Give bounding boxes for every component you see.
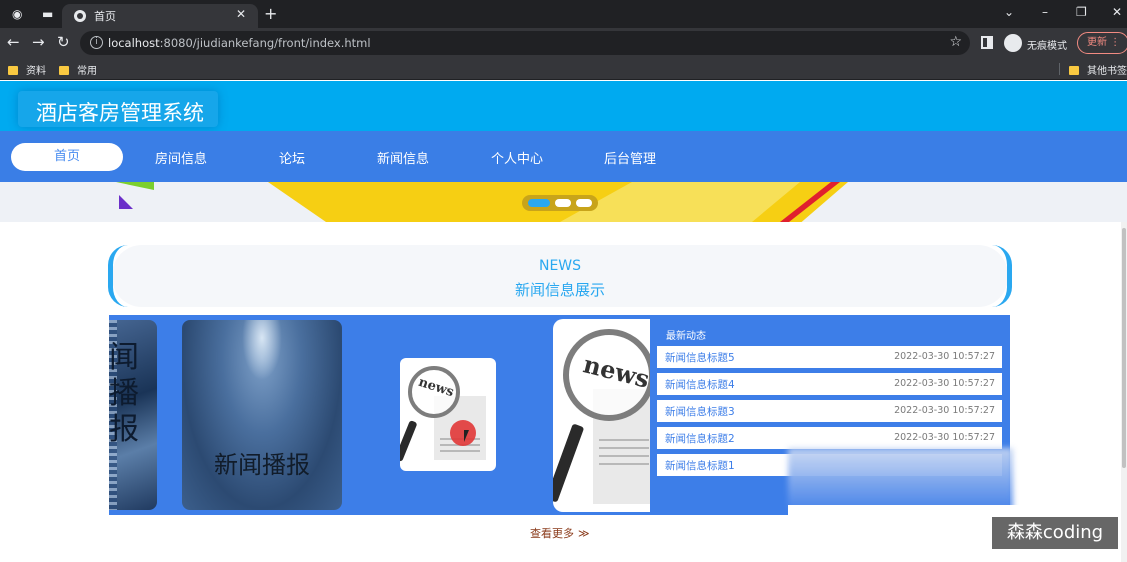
news-card-image[interactable]: news — [400, 358, 496, 471]
side-panel-icon[interactable] — [981, 36, 993, 49]
news-section-heading: NEWS 新闻信息展示 — [108, 245, 1012, 307]
main-nav: 首页 房间信息 论坛 新闻信息 个人中心 后台管理 — [0, 131, 1127, 182]
news-card-text: 闻播报 — [109, 340, 139, 447]
site-header: 酒店客房管理系统 — [0, 81, 1127, 131]
news-item-date: 2022-03-30 10:57:27 — [894, 378, 995, 389]
newspaper-graphic — [599, 455, 649, 457]
back-icon[interactable]: ← — [7, 34, 20, 50]
watermark: 森森coding — [992, 517, 1118, 549]
forward-icon[interactable]: → — [32, 34, 45, 50]
bookmark-star-icon[interactable]: ☆ — [949, 34, 962, 50]
site-title: 酒店客房管理系统 — [36, 101, 204, 125]
nav-item-home[interactable]: 首页 — [11, 143, 123, 171]
news-card-image[interactable]: 新闻播报 — [182, 320, 342, 510]
nav-item-news[interactable]: 新闻信息 — [377, 148, 429, 167]
url-text[interactable]: localhost:8080/jiudiankefang/front/index… — [108, 36, 371, 50]
chevron-down-icon[interactable]: ⌄ — [1004, 5, 1014, 19]
reload-icon[interactable]: ↻ — [57, 34, 70, 50]
newspaper-graphic — [599, 439, 649, 441]
newspaper-graphic — [599, 463, 649, 465]
nav-item-forum[interactable]: 论坛 — [279, 148, 305, 167]
banner-shape — [119, 195, 133, 209]
browser-tab-strip: ◉ ▬ 首页 ✕ + ⌄ – ❐ ✕ — [0, 0, 1127, 28]
magnifier-handle — [553, 423, 585, 503]
nav-item-rooms[interactable]: 房间信息 — [155, 148, 207, 167]
banner-shape — [116, 182, 154, 190]
bookmarks-bar: 资料 常用 其他书签 — [0, 58, 1127, 80]
close-window-icon[interactable]: ✕ — [1112, 5, 1122, 19]
update-button[interactable]: 更新 ⋮ — [1077, 32, 1127, 54]
address-bar[interactable]: i localhost:8080/jiudiankefang/front/ind… — [80, 31, 970, 55]
latest-news-item[interactable]: 新闻信息标题4 2022-03-30 10:57:27 — [657, 373, 1002, 395]
restore-icon[interactable]: ❐ — [1076, 5, 1087, 19]
tab-title: 首页 — [94, 10, 116, 23]
double-chevron-right-icon: ≫ — [578, 527, 590, 540]
browser-toolbar: ← → ↻ i localhost:8080/jiudiankefang/fro… — [0, 28, 1127, 58]
news-item-title[interactable]: 新闻信息标题4 — [665, 377, 735, 392]
browser-tab[interactable]: 首页 ✕ — [62, 4, 258, 28]
news-item-date: 2022-03-30 10:57:27 — [894, 351, 995, 362]
info-icon[interactable]: i — [90, 36, 103, 49]
new-tab-icon[interactable]: + — [264, 4, 277, 23]
bookmark-folder-changyong[interactable]: 常用 — [59, 62, 97, 77]
news-card-image[interactable]: 闻播报 — [109, 320, 157, 510]
news-card-text: 新闻播报 — [214, 451, 310, 479]
carousel-dot[interactable] — [576, 199, 592, 207]
latest-news-title: 最新动态 — [666, 331, 706, 342]
site-title-box: 酒店客房管理系统 — [18, 91, 218, 127]
window-icon[interactable]: ▬ — [42, 8, 53, 20]
news-item-title[interactable]: 新闻信息标题3 — [665, 404, 735, 419]
incognito-icon — [1004, 34, 1022, 52]
nav-item-admin[interactable]: 后台管理 — [604, 148, 656, 167]
minimize-icon[interactable]: – — [1042, 5, 1048, 19]
magnifier-handle — [400, 420, 418, 462]
latest-news-item[interactable]: 新闻信息标题3 2022-03-30 10:57:27 — [657, 400, 1002, 422]
mouse-cursor-icon — [464, 430, 469, 442]
latest-news-item[interactable]: 新闻信息标题2 2022-03-30 10:57:27 — [657, 427, 1002, 449]
favicon-icon — [74, 10, 86, 22]
news-item-date: 2022-03-30 10:57:27 — [894, 432, 995, 443]
news-item-title[interactable]: 新闻信息标题5 — [665, 350, 735, 365]
other-bookmarks[interactable]: 其他书签 — [1069, 62, 1127, 77]
folder-icon — [1069, 66, 1079, 75]
banner-carousel[interactable] — [0, 182, 1127, 222]
page-scrollbar[interactable] — [1121, 222, 1127, 562]
folder-icon — [8, 66, 18, 75]
latest-news-item[interactable]: 新闻信息标题5 2022-03-30 10:57:27 — [657, 346, 1002, 368]
nav-item-profile[interactable]: 个人中心 — [491, 148, 543, 167]
carousel-indicators — [522, 195, 598, 211]
newspaper-graphic — [599, 447, 649, 449]
newspaper-graphic — [440, 450, 480, 452]
globe-icon[interactable]: ◉ — [12, 8, 22, 20]
news-item-title[interactable]: 新闻信息标题2 — [665, 431, 735, 446]
news-heading-cn: 新闻信息展示 — [514, 281, 605, 299]
scrollbar-thumb[interactable] — [1122, 228, 1126, 468]
divider — [1059, 63, 1060, 75]
cursor-highlight — [450, 420, 476, 446]
bookmark-folder-ziliao[interactable]: 资料 — [8, 62, 46, 77]
news-item-date: 2022-03-30 10:57:27 — [894, 405, 995, 416]
incognito-label: 无痕模式 — [1027, 41, 1067, 52]
news-card-image[interactable]: news — [553, 319, 650, 512]
view-more-link[interactable]: 查看更多 ≫ — [530, 525, 590, 541]
image-detail — [242, 320, 282, 380]
close-tab-icon[interactable]: ✕ — [236, 7, 246, 21]
news-heading-en: NEWS — [538, 258, 582, 274]
carousel-dot[interactable] — [555, 199, 571, 207]
view-more-label: 查看更多 — [530, 527, 574, 540]
carousel-dot-active[interactable] — [528, 199, 550, 207]
folder-icon — [59, 66, 69, 75]
news-item-title[interactable]: 新闻信息标题1 — [665, 458, 735, 473]
blurred-overlay — [788, 448, 1013, 510]
